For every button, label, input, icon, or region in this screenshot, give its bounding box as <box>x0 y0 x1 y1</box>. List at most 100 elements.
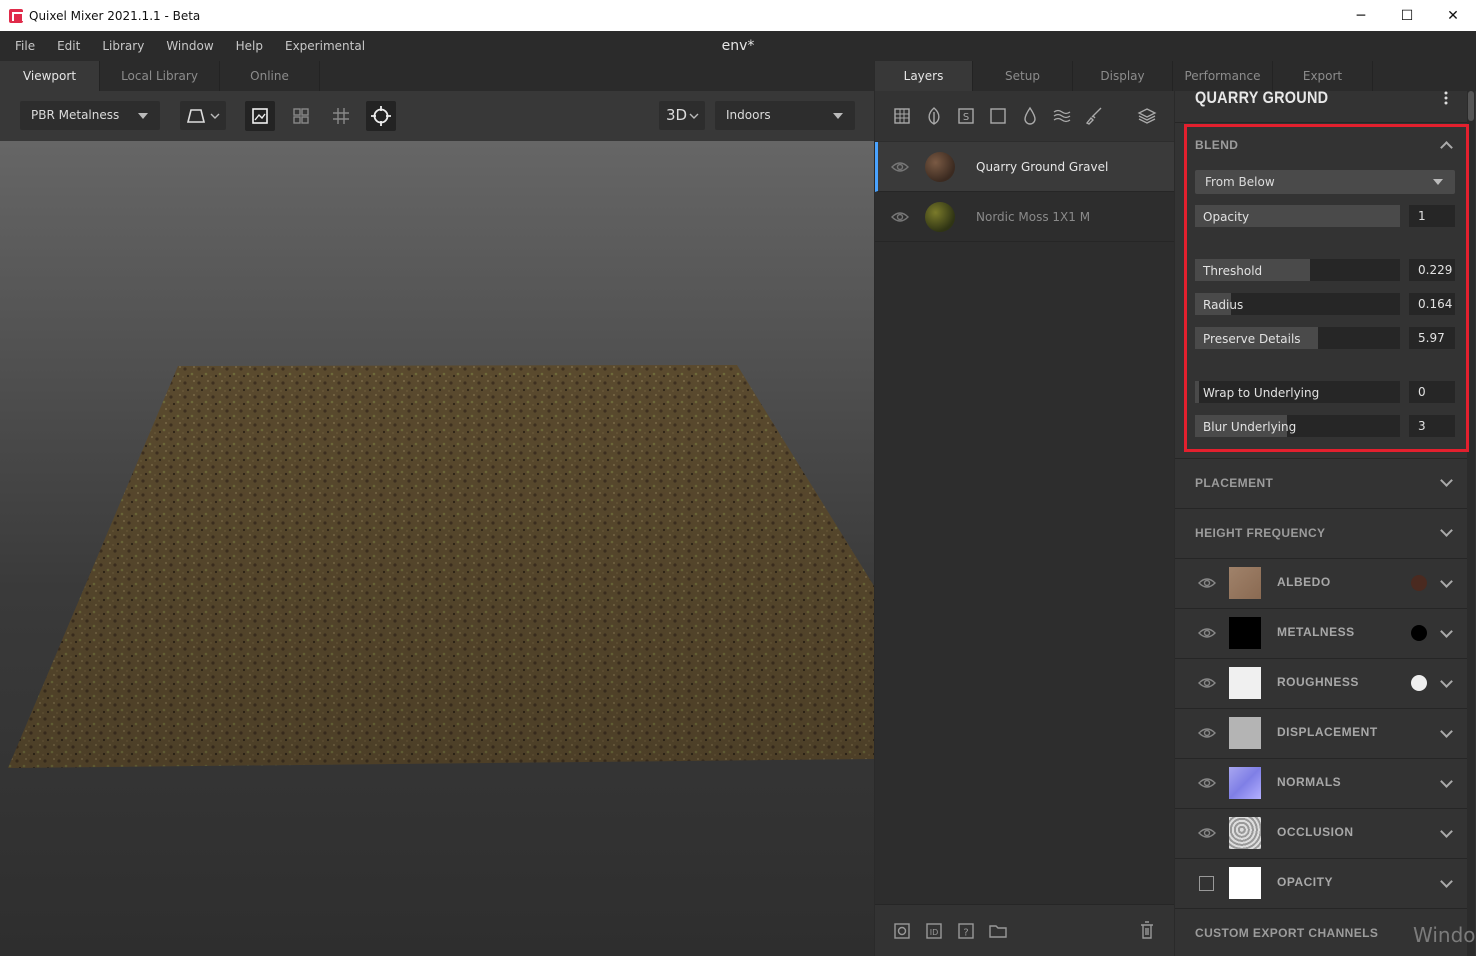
preserve-details-slider[interactable]: Preserve Details <box>1195 327 1400 349</box>
layers-stack-icon[interactable] <box>1137 106 1157 126</box>
leaf-icon[interactable] <box>924 106 944 126</box>
surface-layer-icon[interactable] <box>892 106 912 126</box>
channel-row-opacity[interactable]: OPACITY <box>1175 858 1467 908</box>
close-button[interactable]: ✕ <box>1430 0 1476 31</box>
eye-icon[interactable] <box>1198 726 1216 740</box>
menu-help[interactable]: Help <box>225 31 274 61</box>
minimize-button[interactable]: ─ <box>1338 0 1384 31</box>
tab-export[interactable]: Export <box>1273 61 1373 91</box>
blur-underlying-value[interactable]: 3 <box>1409 415 1455 437</box>
metalness-color-swatch[interactable] <box>1411 625 1427 641</box>
chevron-down-icon[interactable] <box>1440 575 1453 588</box>
threshold-slider[interactable]: Threshold <box>1195 259 1400 281</box>
occlusion-thumbnail <box>1229 817 1261 849</box>
shading-mode-label: PBR Metalness <box>31 108 120 122</box>
waves-icon[interactable] <box>1052 106 1072 126</box>
radius-value[interactable]: 0.164 <box>1409 293 1455 315</box>
radius-label: Radius <box>1203 298 1244 312</box>
layer-name: Quarry Ground Gravel <box>976 159 1109 174</box>
id-mask-icon[interactable]: ID <box>924 921 944 941</box>
grid-toggle-button[interactable] <box>326 101 356 131</box>
menu-experimental[interactable]: Experimental <box>274 31 376 61</box>
split-view-button[interactable] <box>286 101 316 131</box>
layer-thumbnail <box>925 202 955 232</box>
chevron-down-icon[interactable] <box>1440 474 1453 487</box>
roughness-thumbnail <box>1229 667 1261 699</box>
chevron-down-icon[interactable] <box>1440 675 1453 688</box>
menu-window[interactable]: Window <box>155 31 224 61</box>
eye-icon[interactable] <box>1198 776 1216 790</box>
environment-view-button[interactable] <box>245 101 275 131</box>
camera-mode-dropdown[interactable] <box>180 101 226 130</box>
menu-file[interactable]: File <box>0 31 46 61</box>
view-mode-label: 3D <box>666 106 688 124</box>
blend-mode-dropdown[interactable]: From Below <box>1195 170 1455 194</box>
trash-icon[interactable] <box>1137 920 1157 940</box>
smart-material-icon[interactable]: S <box>956 106 976 126</box>
channel-row-normals[interactable]: NORMALS <box>1175 758 1467 808</box>
chevron-down-icon[interactable] <box>1440 625 1453 638</box>
custom-export-channels-header[interactable]: CUSTOM EXPORT CHANNELS <box>1195 926 1378 940</box>
help-mask-icon[interactable]: ? <box>956 921 976 941</box>
solid-layer-icon[interactable] <box>988 106 1008 126</box>
droplet-icon[interactable] <box>1020 106 1040 126</box>
focus-target-button[interactable] <box>366 101 396 131</box>
eye-icon[interactable] <box>1198 626 1216 640</box>
view-mode-dropdown[interactable]: 3D <box>659 101 705 130</box>
channel-name: ROUGHNESS <box>1277 675 1359 689</box>
folder-icon[interactable] <box>988 921 1008 941</box>
blur-underlying-slider[interactable]: Blur Underlying <box>1195 415 1400 437</box>
3d-viewport[interactable] <box>0 141 874 956</box>
wrap-to-underlying-value[interactable]: 0 <box>1409 381 1455 403</box>
wrap-to-underlying-slider[interactable]: Wrap to Underlying <box>1195 381 1400 403</box>
tab-performance[interactable]: Performance <box>1173 61 1273 91</box>
eye-icon[interactable] <box>891 160 909 174</box>
height-frequency-header[interactable]: HEIGHT FREQUENCY <box>1195 526 1325 540</box>
preserve-details-value[interactable]: 5.97 <box>1409 327 1455 349</box>
channel-row-albedo[interactable]: ALBEDO <box>1175 558 1467 608</box>
opacity-slider[interactable]: Opacity <box>1195 205 1400 227</box>
chevron-down-icon[interactable] <box>1440 775 1453 788</box>
channel-row-metalness[interactable]: METALNESS <box>1175 608 1467 658</box>
more-options-icon[interactable] <box>1443 91 1449 105</box>
placement-header[interactable]: PLACEMENT <box>1195 476 1273 490</box>
chevron-down-icon[interactable] <box>1440 875 1453 888</box>
chevron-down-icon[interactable] <box>1440 524 1453 537</box>
layer-row[interactable]: Quarry Ground Gravel <box>875 142 1174 192</box>
eye-icon[interactable] <box>1198 826 1216 840</box>
tab-setup[interactable]: Setup <box>973 61 1073 91</box>
channel-row-occlusion[interactable]: OCCLUSION <box>1175 808 1467 858</box>
properties-title: QUARRY GROUND <box>1195 91 1329 107</box>
tab-viewport[interactable]: Viewport <box>0 61 100 91</box>
menu-library[interactable]: Library <box>91 31 155 61</box>
channel-row-roughness[interactable]: ROUGHNESS <box>1175 658 1467 708</box>
opacity-channel-checkbox[interactable] <box>1199 876 1214 891</box>
eye-icon[interactable] <box>1198 576 1216 590</box>
eye-icon[interactable] <box>1198 676 1216 690</box>
tab-display[interactable]: Display <box>1073 61 1173 91</box>
blend-header[interactable]: BLEND <box>1195 138 1238 152</box>
scrollbar-thumb[interactable] <box>1468 91 1474 121</box>
radius-slider[interactable]: Radius <box>1195 293 1400 315</box>
tab-local-library[interactable]: Local Library <box>100 61 220 91</box>
add-mask-icon[interactable] <box>892 921 912 941</box>
threshold-value[interactable]: 0.229 <box>1409 259 1455 281</box>
eye-icon[interactable] <box>891 210 909 224</box>
environment-label: Indoors <box>726 108 771 122</box>
paint-brush-icon[interactable] <box>1084 106 1104 126</box>
layer-row[interactable]: Nordic Moss 1X1 M <box>875 192 1174 242</box>
channel-row-displacement[interactable]: DISPLACEMENT <box>1175 708 1467 758</box>
tab-online[interactable]: Online <box>220 61 320 91</box>
opacity-value[interactable]: 1 <box>1409 205 1455 227</box>
chevron-down-icon <box>689 113 699 119</box>
chevron-down-icon[interactable] <box>1440 725 1453 738</box>
environment-dropdown[interactable]: Indoors <box>715 101 855 130</box>
maximize-button[interactable]: ☐ <box>1384 0 1430 31</box>
menu-edit[interactable]: Edit <box>46 31 91 61</box>
chevron-down-icon[interactable] <box>1440 825 1453 838</box>
channel-name: OPACITY <box>1277 875 1333 889</box>
shading-mode-dropdown[interactable]: PBR Metalness <box>20 101 160 130</box>
albedo-color-swatch[interactable] <box>1411 575 1427 591</box>
tab-layers[interactable]: Layers <box>875 61 973 91</box>
roughness-color-swatch[interactable] <box>1411 675 1427 691</box>
